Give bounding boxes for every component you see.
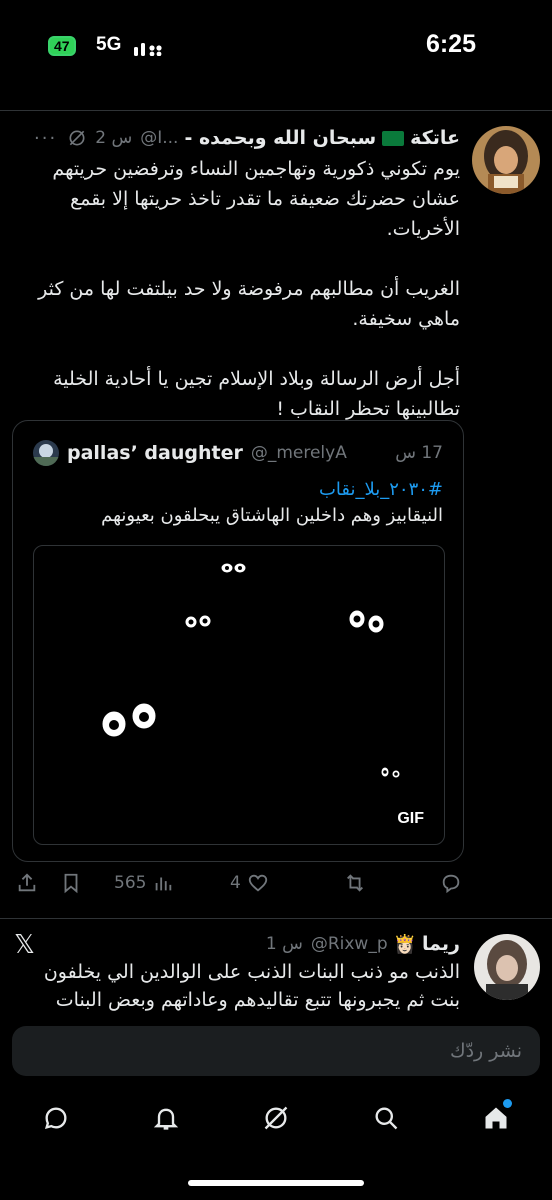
reply-composer[interactable]: نشر ردّك [12,1026,540,1076]
quoted-tweet[interactable]: pallas’ daughter @_merelyA 17 س #٢٠٣٠_بل… [12,420,464,862]
author-name[interactable]: عاتكة [410,127,460,149]
share-button[interactable] [16,872,38,894]
status-bar: 47 5G 6:25 [0,0,552,92]
reply-input[interactable]: نشر ردّك [450,1026,522,1076]
share-icon [18,873,36,892]
avatar[interactable] [472,126,540,194]
author-name-suffix[interactable]: - سبحان الله وبحمده [184,127,376,149]
quoted-tweet-header: pallas’ daughter @_merelyA 17 س [33,439,443,467]
divider [0,918,552,919]
author-name[interactable]: ريما [422,933,460,955]
clock: 6:25 [425,30,476,58]
reply-button[interactable] [440,872,462,894]
quoted-author-handle: @_merelyA [250,443,347,463]
signal-bars-icon [134,43,162,56]
tweet-time[interactable]: 1 س [266,934,303,954]
tweet-time[interactable]: 2 س [95,128,132,148]
bookmark-button[interactable] [60,872,82,894]
princess-emoji-icon: 👸🏻 [393,933,417,955]
author-handle[interactable]: @Rixw_p [311,934,388,954]
quoted-tweet-text: النيقابيز وهم داخلين الهاشتاق يبحلقون بع… [101,505,443,526]
nav-messages[interactable] [34,1096,78,1140]
home-indicator [188,1180,364,1186]
quoted-tweet-time: 17 س [395,443,443,463]
tweet-header: عاتكة - سبحان الله وبحمده @I... 2 س ··· [30,124,460,152]
tweet-text-line: بنت ثم يجبرونها تتبع تقاليدهم وعاداتهم و… [55,989,460,1011]
likes-count: 4 [230,873,241,893]
x-logo-icon[interactable]: 𝕏 [14,930,35,960]
home-icon [485,1107,507,1129]
reply-icon [442,874,460,894]
more-options-icon[interactable]: ··· [34,128,57,149]
saudi-flag-icon [382,130,405,146]
nav-grok[interactable] [254,1096,298,1140]
quoted-author-name: pallas’ daughter [67,442,243,464]
battery-indicator: 47 [48,36,76,56]
tweet-actions: 565 4 [0,872,552,902]
network-type: 5G [96,34,122,55]
eyes-in-dark-image [101,562,401,779]
nav-search[interactable] [364,1096,408,1140]
avatar[interactable] [474,934,540,1000]
tweet-text: يوم تكوني ذكورية وتهاجمين النساء وترفضين… [38,158,460,420]
tweet-text: الذنب مو ذنب البنات الذنب على الوالدين ا… [20,958,460,1016]
bookmark-icon [64,873,78,894]
notification-dot [503,1099,512,1108]
tweet-text-line: الذنب مو ذنب البنات الذنب على الوالدين ا… [43,961,460,983]
views-button[interactable]: 565 [114,872,174,894]
views-icon [156,877,172,891]
heart-icon [248,874,267,892]
divider [0,110,552,111]
retweet-icon [347,874,363,892]
author-handle[interactable]: @I... [140,128,178,148]
nav-home[interactable] [474,1096,518,1140]
grok-icon [264,1106,288,1130]
views-count: 565 [114,873,147,893]
bottom-nav [0,1096,552,1156]
search-icon [375,1107,398,1130]
nav-notifications[interactable] [144,1096,188,1140]
quoted-avatar [33,440,59,466]
gif-media[interactable]: GIF [33,545,445,845]
hashtag-link[interactable]: #٢٠٣٠_بلا_نقاب [319,479,443,500]
notifications-icon [153,1108,179,1130]
like-button[interactable]: 4 [230,872,269,894]
gif-badge: GIF [397,810,424,827]
retweet-button[interactable] [344,872,366,894]
messages-icon [44,1107,67,1129]
tweet-header: ريما 👸🏻 @Rixw_p 1 س [60,930,460,958]
grok-icon[interactable] [67,128,87,148]
battery-level: 47 [54,38,70,54]
